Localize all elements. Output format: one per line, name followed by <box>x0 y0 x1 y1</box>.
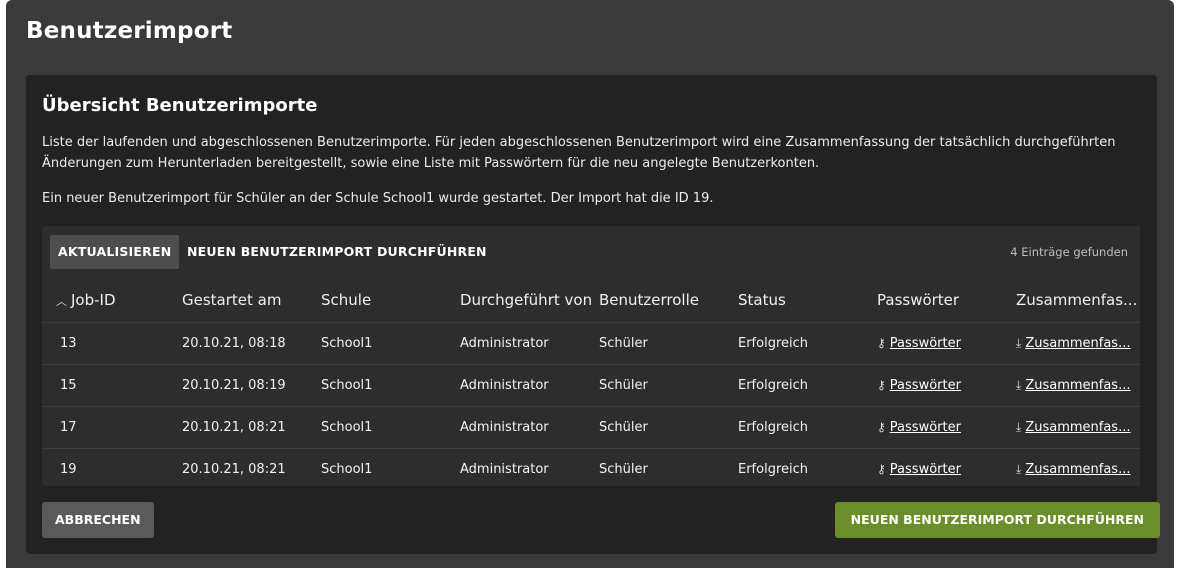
cell-performed-by: Administrator <box>460 378 549 393</box>
passwords-link[interactable]: ⚷ Passwörter <box>877 407 961 448</box>
card-description: Liste der laufenden und abgeschlossenen … <box>42 135 1116 171</box>
cell-status: Erfolgreich <box>738 462 809 477</box>
cell-performed-by: Administrator <box>460 336 549 351</box>
cell-user-role: Schüler <box>599 420 648 435</box>
start-new-import-button[interactable]: NEUEN BENUTZERIMPORT DURCHFÜHREN <box>834 502 1160 538</box>
cell-user-role: Schüler <box>599 378 648 393</box>
table-row[interactable]: 13 20.10.21, 08:18 School1 Administrator… <box>42 323 1140 365</box>
cell-started: 20.10.21, 08:21 <box>182 420 286 435</box>
table-row[interactable]: 19 20.10.21, 08:21 School1 Administrator… <box>42 449 1140 486</box>
column-header-user-role[interactable]: Benutzerrolle <box>599 278 699 322</box>
entry-count: 4 Einträge gefunden <box>1010 245 1128 259</box>
cell-job-id: 19 <box>60 462 77 477</box>
cell-status: Erfolgreich <box>738 420 809 435</box>
cell-performed-by: Administrator <box>460 420 549 435</box>
key-icon: ⚷ <box>877 462 886 476</box>
column-header-passwords[interactable]: Passwörter <box>877 278 959 322</box>
cell-user-role: Schüler <box>599 336 648 351</box>
cell-status: Erfolgreich <box>738 336 809 351</box>
new-import-toolbar-button[interactable]: NEUEN BENUTZERIMPORT DURCHFÜHREN <box>179 235 495 269</box>
summary-link[interactable]: ⤓ Zusammenfas... <box>1016 407 1130 448</box>
passwords-link[interactable]: ⚷ Passwörter <box>877 323 961 364</box>
key-icon: ⚷ <box>877 420 886 434</box>
cell-user-role: Schüler <box>599 462 648 477</box>
import-window: Benutzerimport Übersicht Benutzerimporte… <box>6 0 1174 568</box>
table-row[interactable]: 17 20.10.21, 08:21 School1 Administrator… <box>42 407 1140 449</box>
cell-status: Erfolgreich <box>738 378 809 393</box>
cell-performed-by: Administrator <box>460 462 549 477</box>
download-icon: ⤓ <box>1016 420 1022 434</box>
column-header-performed-by[interactable]: Durchgeführt von <box>460 278 592 322</box>
cell-school: School1 <box>321 336 373 351</box>
imports-grid: AKTUALISIEREN NEUEN BENUTZERIMPORT DURCH… <box>42 226 1140 486</box>
cancel-button[interactable]: ABBRECHEN <box>42 502 154 538</box>
import-overview-card: Übersicht Benutzerimporte Liste der lauf… <box>26 75 1160 554</box>
column-header-status[interactable]: Status <box>738 278 786 322</box>
column-header-school[interactable]: Schule <box>321 278 371 322</box>
cell-job-id: 17 <box>60 420 77 435</box>
cell-job-id: 13 <box>60 336 77 351</box>
passwords-link[interactable]: ⚷ Passwörter <box>877 449 961 486</box>
download-icon: ⤓ <box>1016 378 1022 392</box>
cell-school: School1 <box>321 420 373 435</box>
download-icon: ⤓ <box>1016 462 1022 476</box>
download-icon: ⤓ <box>1016 336 1022 350</box>
summary-link[interactable]: ⤓ Zusammenfas... <box>1016 449 1130 486</box>
summary-link[interactable]: ⤓ Zusammenfas... <box>1016 323 1130 364</box>
key-icon: ⚷ <box>877 336 886 350</box>
table-row[interactable]: 15 20.10.21, 08:19 School1 Administrator… <box>42 365 1140 407</box>
chevron-up-icon: ︿ <box>56 295 67 308</box>
cell-started: 20.10.21, 08:21 <box>182 462 286 477</box>
table-header: ︿ Job-ID Gestartet am Schule Durchgeführt… <box>42 278 1140 323</box>
status-message: Ein neuer Benutzerimport für Schüler an … <box>42 191 714 206</box>
column-header-job-id[interactable]: ︿ Job-ID <box>56 278 116 322</box>
cell-job-id: 15 <box>60 378 77 393</box>
passwords-link[interactable]: ⚷ Passwörter <box>877 365 961 406</box>
window-title: Benutzerimport <box>26 18 233 44</box>
summary-link[interactable]: ⤓ Zusammenfas... <box>1016 365 1130 406</box>
cell-started: 20.10.21, 08:19 <box>182 378 286 393</box>
cell-school: School1 <box>321 462 373 477</box>
refresh-button[interactable]: AKTUALISIEREN <box>50 235 180 269</box>
column-header-summary[interactable]: Zusammenfas... <box>1016 278 1137 322</box>
card-title: Übersicht Benutzerimporte <box>42 95 318 116</box>
column-header-started[interactable]: Gestartet am <box>182 278 281 322</box>
key-icon: ⚷ <box>877 378 886 392</box>
cell-school: School1 <box>321 378 373 393</box>
cell-started: 20.10.21, 08:18 <box>182 336 286 351</box>
grid-toolbar: AKTUALISIEREN NEUEN BENUTZERIMPORT DURCH… <box>42 226 1140 278</box>
